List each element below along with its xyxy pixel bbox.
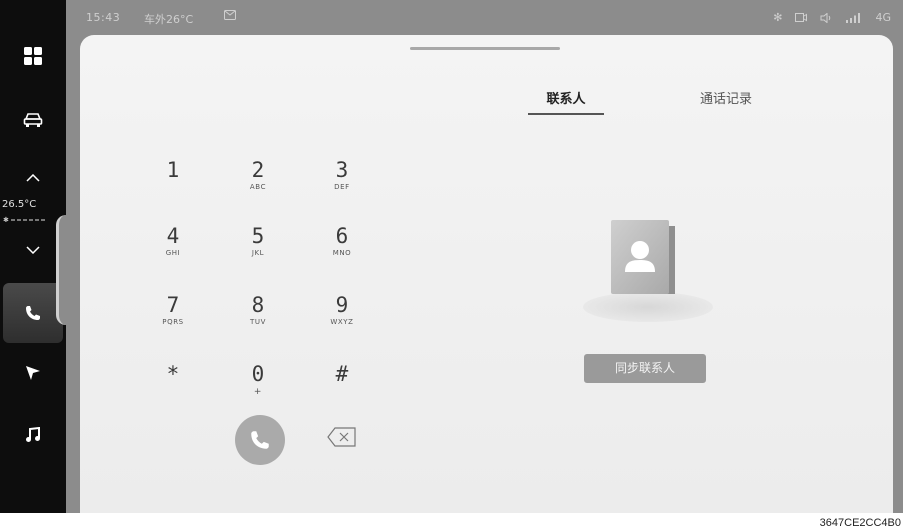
dial-key-digit: * — [166, 362, 180, 386]
status-time: 15:43 — [86, 11, 121, 24]
dial-key-digit: 3 — [335, 158, 349, 182]
temp-up-button[interactable] — [0, 166, 66, 190]
dial-key-2[interactable]: 2 ABC — [228, 158, 288, 202]
status-icons: ✻ 4G — [773, 11, 891, 24]
dial-key-letters: GHI — [165, 249, 181, 257]
dial-key-5[interactable]: 5 JKL — [228, 224, 288, 268]
camera-icon — [795, 13, 808, 22]
dial-key-digit: 1 — [166, 158, 180, 182]
phone-panel — [80, 35, 893, 513]
volume-icon — [820, 12, 831, 23]
dial-key-digit: 4 — [166, 224, 180, 248]
dial-key-letters: MNO — [332, 249, 352, 257]
dial-key-letters: PQRS — [162, 318, 184, 326]
bluetooth-icon: ✻ — [773, 11, 783, 24]
dial-key-digit: 9 — [335, 293, 349, 317]
dial-key-letters: + — [253, 387, 263, 397]
dial-key-6[interactable]: 6 MNO — [312, 224, 372, 268]
dial-key-digit: 6 — [335, 224, 349, 248]
dial-key-digit: # — [335, 362, 349, 386]
contact-book-icon — [611, 220, 675, 294]
network-type: 4G — [875, 11, 891, 24]
backspace-icon — [327, 427, 356, 447]
screen-frame: 26.5°C ✱ 15:43 车外26°C ✻ 4G 1 2 ABC 3 DEF… — [0, 0, 903, 513]
dial-key-hash[interactable]: # — [312, 362, 372, 406]
dial-key-letters: TUV — [250, 318, 266, 326]
dial-key-digit: 8 — [251, 293, 265, 317]
card-shadow — [583, 292, 713, 322]
navigation-button[interactable] — [0, 353, 66, 393]
call-button[interactable] — [235, 415, 285, 465]
dial-key-star[interactable]: * — [143, 362, 203, 406]
music-note-icon — [26, 427, 40, 442]
dial-key-letters: WXYZ — [330, 318, 354, 326]
dial-key-8[interactable]: 8 TUV — [228, 293, 288, 337]
tab-call-history[interactable]: 通话记录 — [686, 88, 766, 107]
vehicle-button[interactable] — [0, 100, 66, 140]
navigation-arrow-icon — [26, 366, 40, 380]
chevron-up-icon — [26, 174, 40, 182]
backspace-button[interactable] — [326, 425, 358, 449]
cabin-temperature: 26.5°C — [2, 199, 37, 210]
status-bar: 15:43 车外26°C ✻ 4G — [66, 0, 903, 30]
dial-key-4[interactable]: 4 GHI — [143, 224, 203, 268]
sync-contacts-button[interactable]: 同步联系人 — [584, 354, 706, 383]
car-icon — [23, 113, 43, 127]
dial-key-3[interactable]: 3 DEF — [312, 158, 372, 202]
tab-active-underline — [528, 113, 604, 115]
dial-key-digit: 5 — [251, 224, 265, 248]
dial-key-letters: ABC — [249, 183, 267, 191]
apps-button[interactable] — [0, 36, 66, 76]
fan-icon: ✱ — [3, 216, 9, 224]
drag-handle[interactable] — [410, 47, 560, 50]
fan-level-indicator: ✱ — [3, 216, 53, 224]
sidebar-edge-handle[interactable] — [56, 215, 78, 325]
dial-key-1[interactable]: 1 — [143, 158, 203, 202]
phone-icon — [251, 431, 269, 449]
dial-key-digit: 2 — [251, 158, 265, 182]
image-code: 3647CE2CC4B0 — [819, 517, 901, 529]
apps-grid-icon — [24, 47, 42, 65]
dial-key-9[interactable]: 9 WXYZ — [312, 293, 372, 337]
phone-icon — [26, 306, 40, 320]
dial-key-letters: DEF — [334, 183, 350, 191]
chevron-down-icon — [26, 246, 40, 254]
signal-icon — [846, 12, 861, 23]
outside-temperature: 车外26°C — [144, 13, 194, 26]
dial-key-digit: 0 — [251, 362, 265, 386]
music-button[interactable] — [0, 415, 66, 455]
dial-key-0[interactable]: 0 + — [228, 362, 288, 406]
tab-contacts[interactable]: 联系人 — [528, 88, 604, 107]
dial-key-letters: JKL — [251, 249, 265, 257]
dial-key-7[interactable]: 7 PQRS — [143, 293, 203, 337]
dial-key-digit: 7 — [166, 293, 180, 317]
message-icon — [224, 10, 236, 23]
